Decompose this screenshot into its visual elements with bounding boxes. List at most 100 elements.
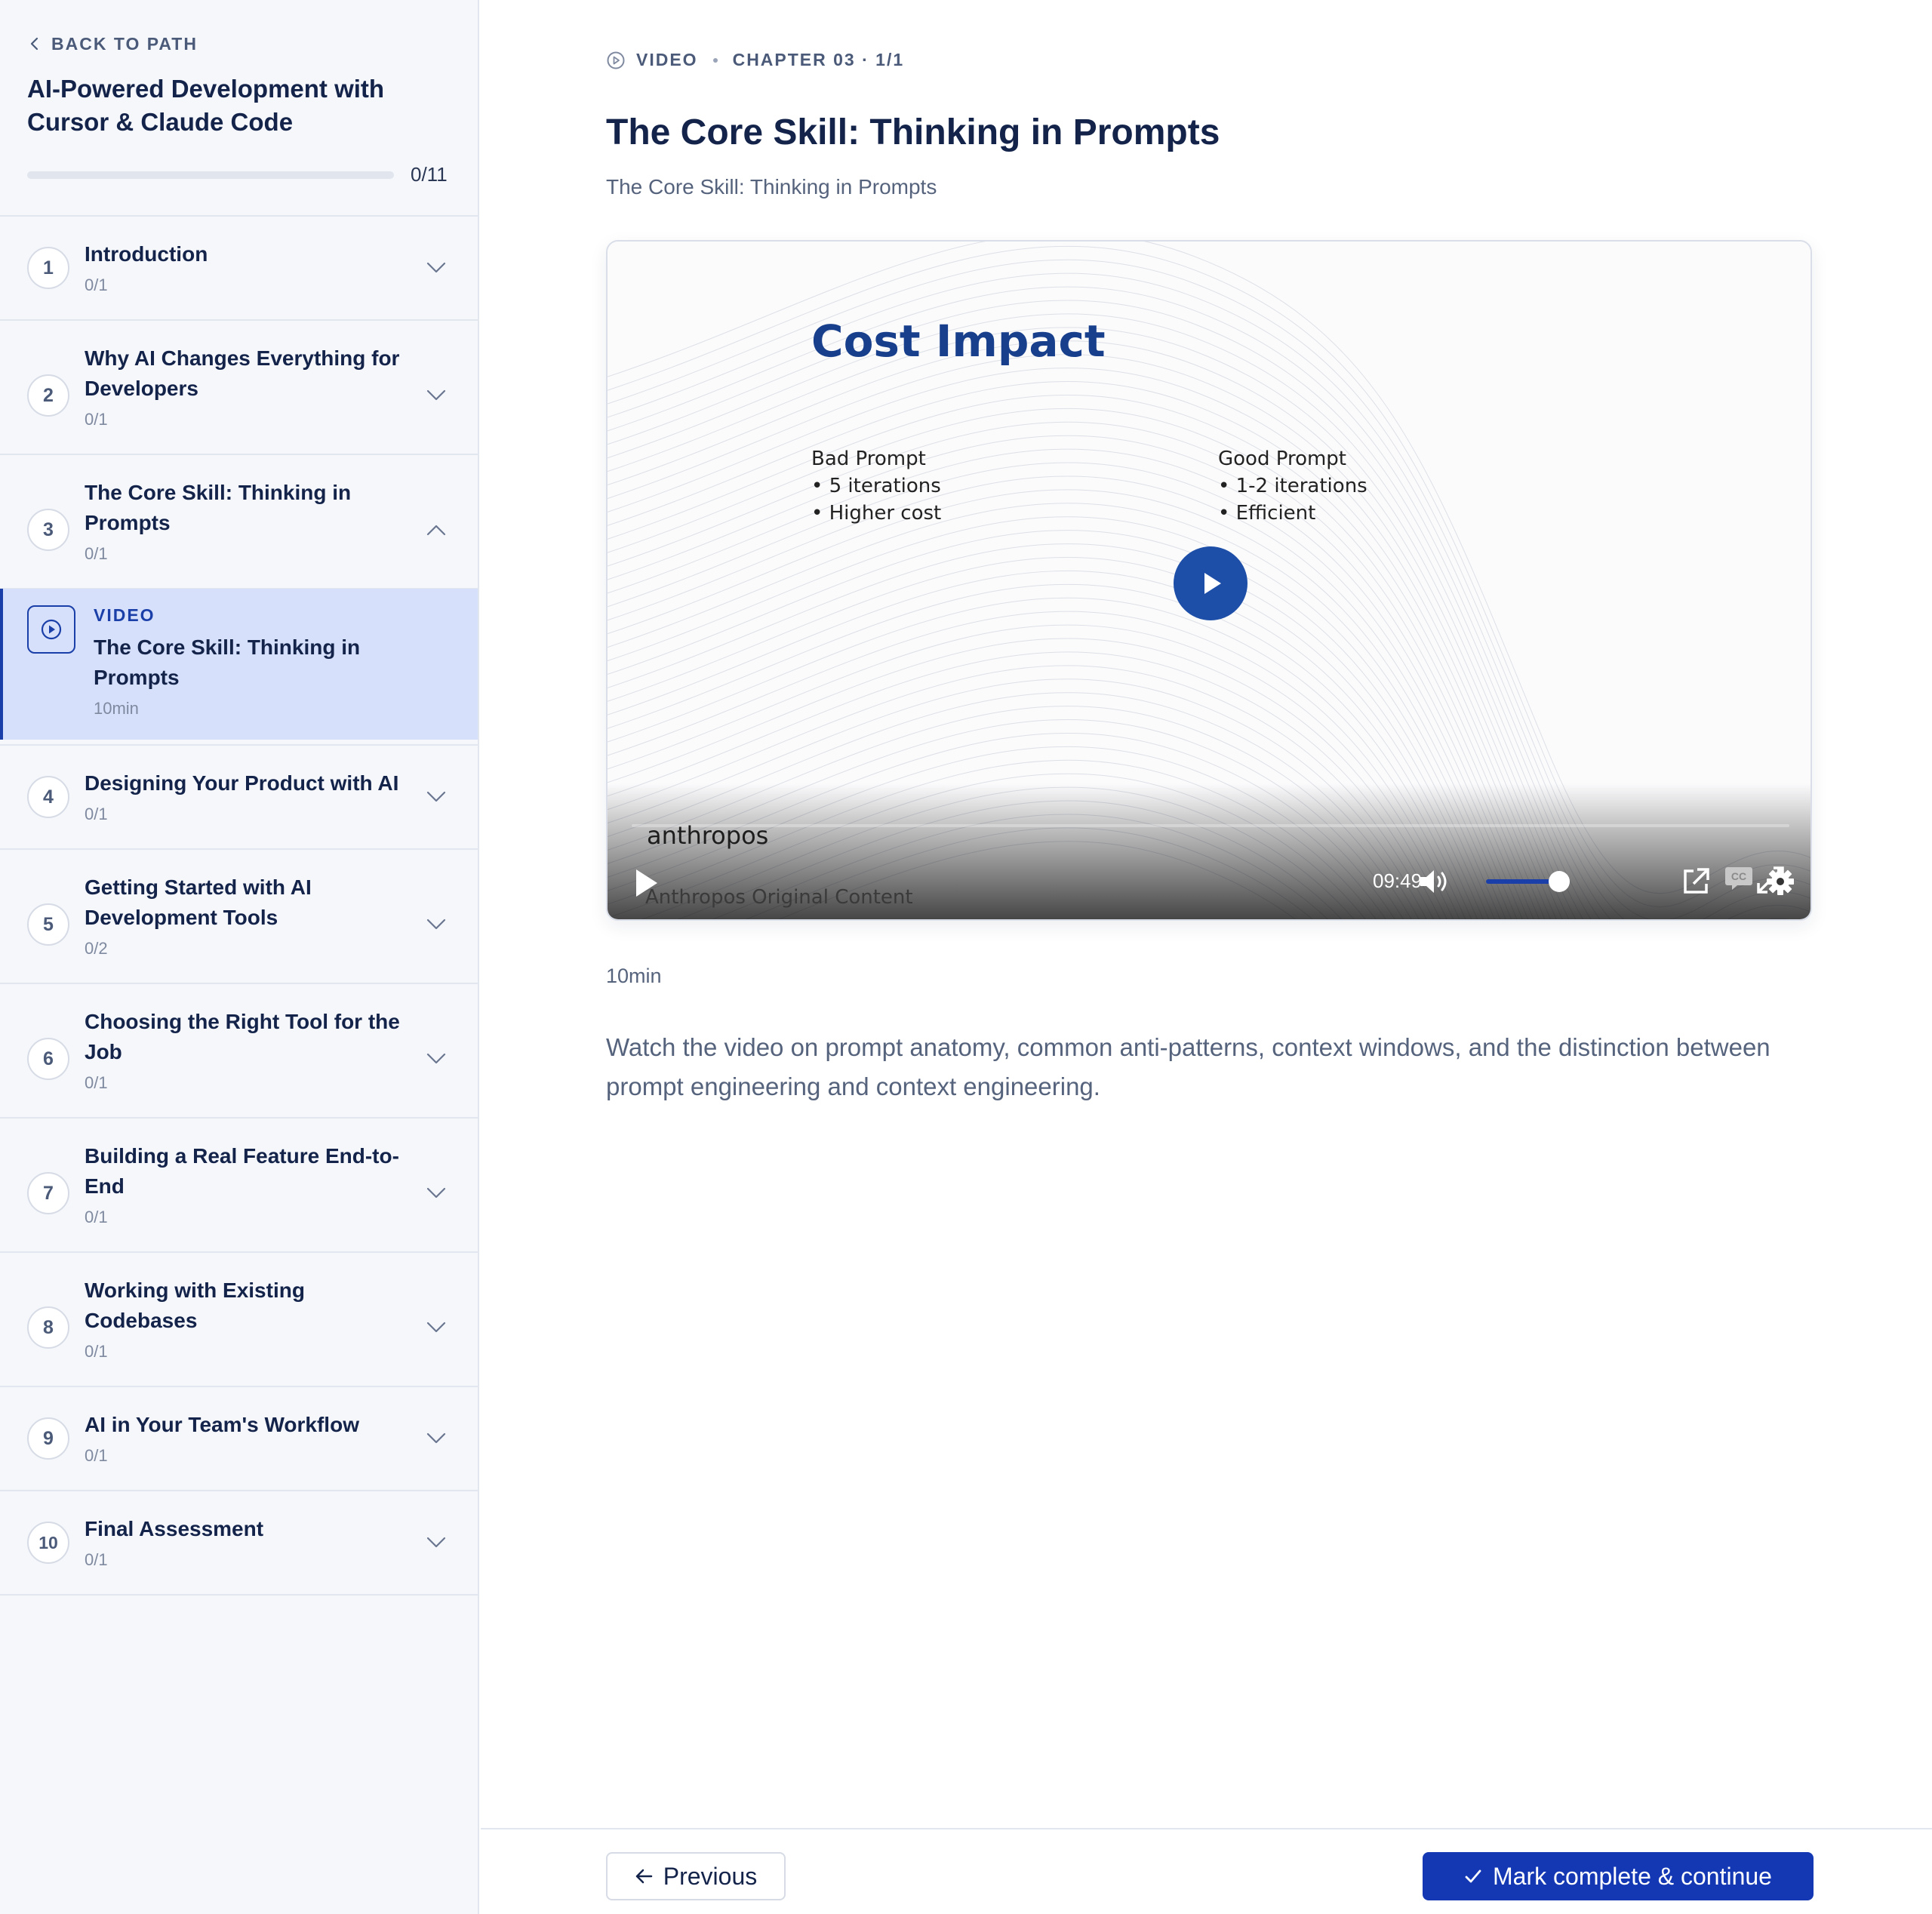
chapter-progress: 0/1 — [85, 410, 108, 429]
chapter-progress: 0/1 — [85, 275, 108, 294]
eyebrow-type: VIDEO — [636, 50, 698, 69]
chapter-item[interactable]: 5 Getting Started with AI Development Too… — [0, 850, 478, 984]
chapter-progress: 0/1 — [85, 805, 108, 823]
chapter-progress: 0/1 — [85, 1550, 108, 1569]
slide-good-item: • 1-2 iterations — [1218, 475, 1367, 497]
chapter-title: The Core Skill: Thinking in Prompts — [85, 481, 352, 534]
chevron-down-icon[interactable] — [426, 1053, 446, 1065]
separator-dot — [712, 57, 718, 63]
course-title: AI-Powered Development with Cursor & Cla… — [27, 75, 385, 136]
chapter-item[interactable]: 6 Choosing the Right Tool for the Job 0/1 — [0, 984, 478, 1119]
previous-label: Previous — [663, 1862, 758, 1890]
chapter-title: Working with Existing Codebases — [85, 1279, 305, 1332]
chapter-number: 3 — [27, 509, 69, 551]
lesson-content: VIDEO CHAPTER 03 · 1/1 The Core Skill: T… — [481, 0, 1932, 1914]
chapter-number: 10 — [27, 1522, 69, 1564]
chevron-down-icon[interactable] — [426, 919, 446, 931]
page-subtitle: The Core Skill: Thinking in Prompts — [606, 175, 937, 198]
chevron-down-icon[interactable] — [426, 1187, 446, 1199]
brand-subtitle: Anthropos Original Content — [645, 886, 913, 909]
lesson-item-active[interactable]: VIDEO The Core Skill: Thinking in Prompt… — [0, 589, 478, 740]
closed-captions-icon[interactable]: CC — [1724, 866, 1753, 891]
chapter-number: 8 — [27, 1306, 69, 1349]
chapter-number: 7 — [27, 1172, 69, 1214]
chapter-progress: 0/1 — [85, 1446, 108, 1465]
mark-complete-label: Mark complete & continue — [1493, 1862, 1772, 1890]
chapter-number: 6 — [27, 1038, 69, 1080]
lesson-duration-label: 10min — [606, 965, 662, 987]
chapter-title: Building a Real Feature End-to-End — [85, 1144, 399, 1198]
play-icon[interactable] — [633, 868, 660, 898]
volume-slider-handle[interactable] — [1549, 871, 1570, 892]
slide-bad-prompt: Bad Prompt • 5 iterations • Higher cost — [811, 445, 941, 527]
lesson-duration: 10min — [94, 699, 139, 718]
back-to-path-link[interactable]: BACK TO PATH — [27, 32, 451, 56]
fullscreen-icon[interactable] — [1755, 865, 1786, 895]
chevron-up-icon[interactable] — [426, 524, 446, 536]
chapter-item[interactable]: 3 The Core Skill: Thinking in Prompts 0/1 — [0, 455, 478, 589]
brand-watermark: anthropos — [647, 821, 769, 850]
chapter-progress: 0/1 — [85, 1208, 108, 1226]
chapter-item[interactable]: 1 Introduction 0/1 — [0, 217, 478, 321]
video-player[interactable]: Cost Impact Bad Prompt • 5 iterations • … — [606, 240, 1812, 921]
chevron-down-icon[interactable] — [426, 262, 446, 274]
chapter-item[interactable]: 10 Final Assessment 0/1 — [0, 1491, 478, 1596]
slide-good-item: • Efficient — [1218, 502, 1316, 525]
back-to-path-label: BACK TO PATH — [51, 33, 198, 54]
slide-bad-item: • 5 iterations — [811, 475, 941, 497]
chapter-item[interactable]: 4 Designing Your Product with AI 0/1 — [0, 746, 478, 850]
previous-button[interactable]: Previous — [606, 1852, 786, 1900]
chevron-down-icon[interactable] — [426, 1322, 446, 1334]
chevron-down-icon[interactable] — [426, 1432, 446, 1445]
lesson-footer: Previous Mark complete & continue — [481, 1828, 1932, 1914]
chevron-down-icon[interactable] — [426, 791, 446, 803]
chapter-progress: 0/2 — [85, 939, 108, 958]
chapter-item[interactable]: 2 Why AI Changes Everything for Developer… — [0, 321, 478, 455]
chapter-title: Final Assessment — [85, 1517, 264, 1540]
chapter-number: 1 — [27, 247, 69, 289]
lesson-type: VIDEO — [94, 605, 155, 625]
chevron-down-icon[interactable] — [426, 1537, 446, 1549]
chapter-item[interactable]: 9 AI in Your Team's Workflow 0/1 — [0, 1387, 478, 1491]
play-icon — [1204, 573, 1221, 594]
chapter-title: Choosing the Right Tool for the Job — [85, 1010, 400, 1063]
eyebrow-chapter: CHAPTER 03 · 1/1 — [732, 50, 905, 69]
slide-bad-heading: Bad Prompt — [811, 448, 926, 470]
play-circle-icon — [607, 51, 625, 69]
chevron-down-icon[interactable] — [426, 389, 446, 402]
chapter-item[interactable]: 8 Working with Existing Codebases 0/1 — [0, 1253, 478, 1387]
course-sidebar: BACK TO PATH AI-Powered Development with… — [0, 0, 479, 1914]
checkmark-icon — [1465, 1869, 1481, 1883]
chapter-item[interactable]: 7 Building a Real Feature End-to-End 0/1 — [0, 1119, 478, 1253]
video-scrubber[interactable] — [632, 824, 1789, 827]
chapter-number: 2 — [27, 374, 69, 417]
chapter-number: 4 — [27, 776, 69, 818]
mark-complete-button[interactable]: Mark complete & continue — [1423, 1852, 1814, 1900]
open-external-icon[interactable] — [1681, 866, 1711, 897]
page-title: The Core Skill: Thinking in Prompts — [606, 112, 1220, 152]
chapter-title: Designing Your Product with AI — [85, 771, 399, 795]
video-time: 09:49 — [1373, 869, 1423, 892]
slide-bad-item: • Higher cost — [811, 502, 942, 525]
cc-label: CC — [1731, 870, 1746, 882]
chapter-progress: 0/1 — [85, 1342, 108, 1361]
divider — [0, 744, 478, 746]
progress-bar — [27, 171, 394, 179]
chapter-title: Introduction — [85, 242, 208, 266]
lesson-description: Watch the video on prompt anatomy, commo… — [606, 1033, 1770, 1100]
slide-good-heading: Good Prompt — [1218, 448, 1347, 470]
chevron-left-icon — [30, 37, 38, 51]
chapter-progress: 0/1 — [85, 544, 108, 563]
video-lesson-icon — [27, 605, 75, 654]
big-play-button[interactable] — [1174, 546, 1247, 620]
course-progress: 0/11 — [27, 163, 451, 186]
progress-count: 0/11 — [411, 163, 448, 186]
slide-title: Cost Impact — [811, 315, 1106, 367]
volume-icon[interactable] — [1418, 868, 1451, 895]
chapter-number: 5 — [27, 903, 69, 946]
chapter-progress: 0/1 — [85, 1073, 108, 1092]
lesson-eyebrow: VIDEO CHAPTER 03 · 1/1 — [606, 50, 904, 70]
chapter-title: Getting Started with AI Development Tool… — [85, 875, 312, 929]
chapter-title: AI in Your Team's Workflow — [85, 1413, 359, 1436]
chapter-number: 9 — [27, 1417, 69, 1460]
